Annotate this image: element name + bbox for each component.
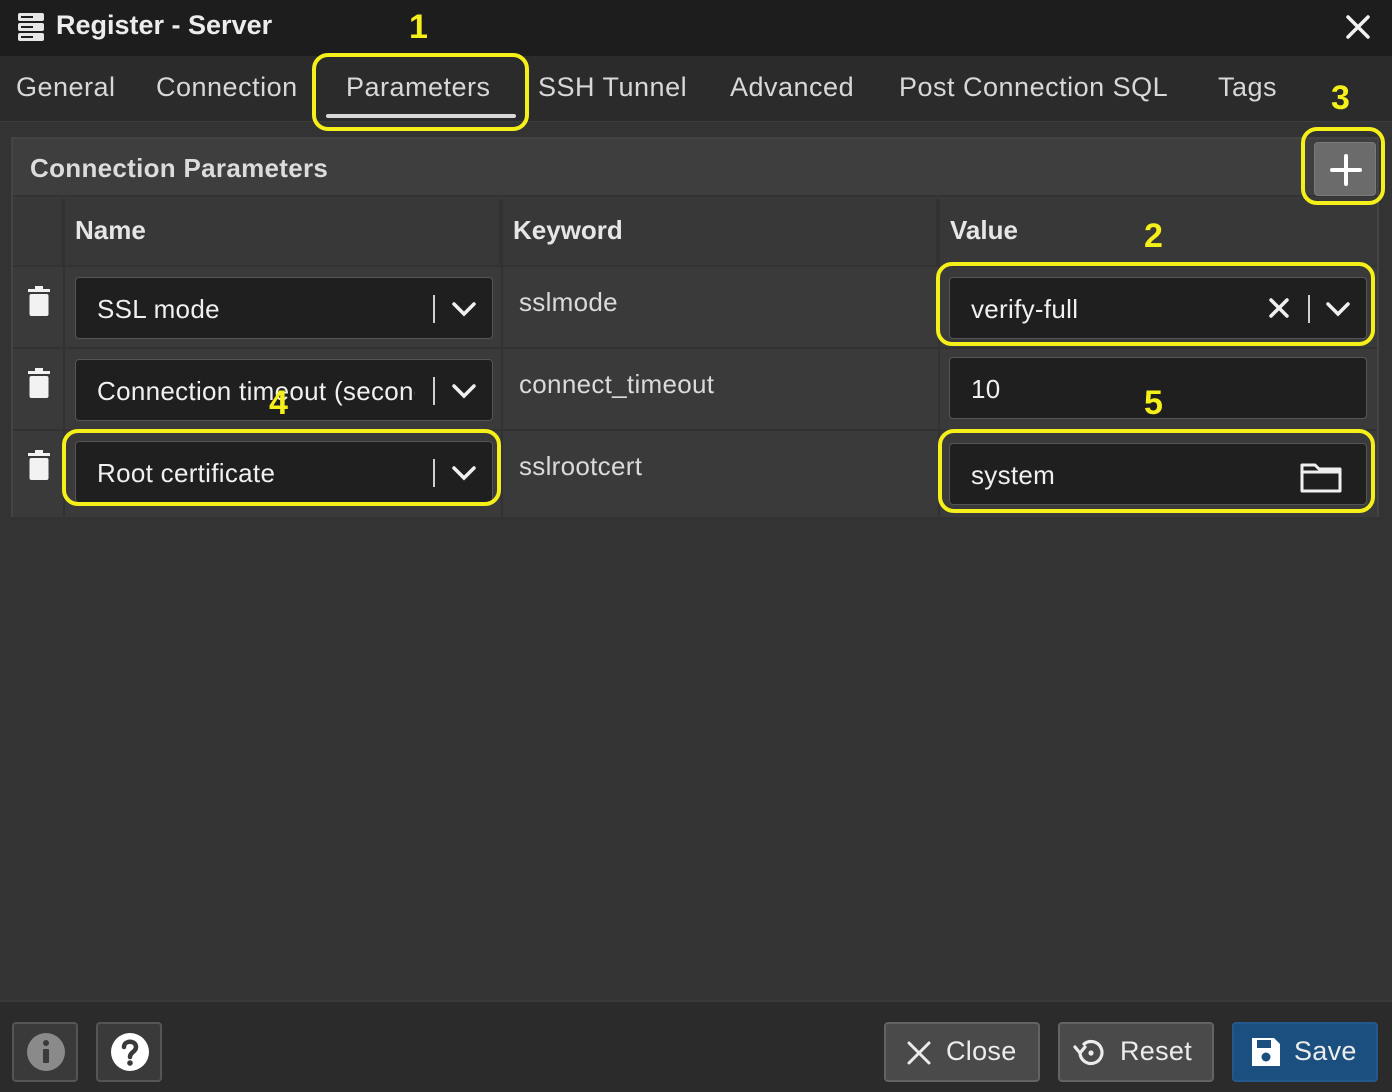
parameter-name-value: Connection timeout (seconds) bbox=[97, 376, 415, 406]
parameter-keyword: sslmode bbox=[519, 287, 618, 317]
annotation-number: 3 bbox=[1331, 79, 1350, 117]
tab-advanced[interactable]: Advanced bbox=[730, 72, 854, 103]
annotation-number: 5 bbox=[1144, 384, 1163, 422]
reset-button-label: Reset bbox=[1120, 1036, 1193, 1066]
tab-connection[interactable]: Connection bbox=[156, 72, 298, 103]
parameter-name-select[interactable]: SSL mode bbox=[75, 277, 493, 339]
highlight-parameters-tab bbox=[312, 53, 529, 131]
parameter-keyword: connect_timeout bbox=[519, 369, 715, 399]
parameter-keyword: sslrootcert bbox=[519, 451, 643, 481]
window-title: Register - Server bbox=[56, 10, 273, 40]
save-icon bbox=[1252, 1038, 1280, 1066]
trash-icon[interactable] bbox=[28, 450, 50, 480]
trash-icon[interactable] bbox=[28, 368, 50, 398]
server-icon bbox=[18, 13, 44, 41]
reset-icon bbox=[1073, 1039, 1104, 1066]
annotation-number: 1 bbox=[409, 8, 428, 46]
col-header-name: Name bbox=[63, 199, 501, 267]
col-header-keyword: Keyword bbox=[501, 199, 938, 267]
highlight-root-certificate bbox=[62, 429, 501, 506]
highlight-system-value bbox=[938, 429, 1375, 513]
tab-post-connection-sql[interactable]: Post Connection SQL bbox=[899, 72, 1168, 103]
annotation-number: 2 bbox=[1144, 217, 1163, 255]
chevron-down-icon[interactable] bbox=[450, 298, 478, 320]
highlight-ssl-value bbox=[936, 262, 1375, 346]
chevron-down-icon[interactable] bbox=[450, 380, 478, 402]
annotation-number: 4 bbox=[269, 384, 288, 422]
tab-bar: General Connection Parameters SSH Tunnel… bbox=[0, 56, 1392, 122]
parameter-value: 10 bbox=[971, 374, 1001, 404]
info-button[interactable] bbox=[12, 1022, 78, 1082]
close-button[interactable]: Close bbox=[884, 1022, 1040, 1082]
reset-button[interactable]: Reset bbox=[1058, 1022, 1214, 1082]
save-button[interactable]: Save bbox=[1232, 1022, 1378, 1082]
help-button[interactable] bbox=[96, 1022, 162, 1082]
col-header-actions bbox=[13, 199, 63, 267]
trash-icon[interactable] bbox=[28, 286, 50, 316]
panel-header: Connection Parameters bbox=[13, 139, 1377, 197]
highlight-add-button bbox=[1301, 127, 1385, 205]
close-icon bbox=[907, 1041, 931, 1065]
close-button-label: Close bbox=[946, 1036, 1017, 1066]
close-icon[interactable] bbox=[1340, 9, 1376, 45]
title-bar: Register - Server bbox=[0, 0, 1392, 56]
save-button-label: Save bbox=[1294, 1036, 1357, 1066]
tab-tags[interactable]: Tags bbox=[1218, 72, 1277, 103]
tab-general[interactable]: General bbox=[16, 72, 116, 103]
dialog-footer: Close Reset Save bbox=[0, 1000, 1392, 1092]
panel-title: Connection Parameters bbox=[30, 153, 329, 183]
help-icon bbox=[111, 1033, 149, 1071]
info-icon bbox=[27, 1033, 65, 1071]
parameter-name-value: SSL mode bbox=[97, 294, 220, 324]
tab-ssh-tunnel[interactable]: SSH Tunnel bbox=[538, 72, 687, 103]
table-row: Connection timeout (seconds) connect_tim… bbox=[13, 347, 1377, 429]
